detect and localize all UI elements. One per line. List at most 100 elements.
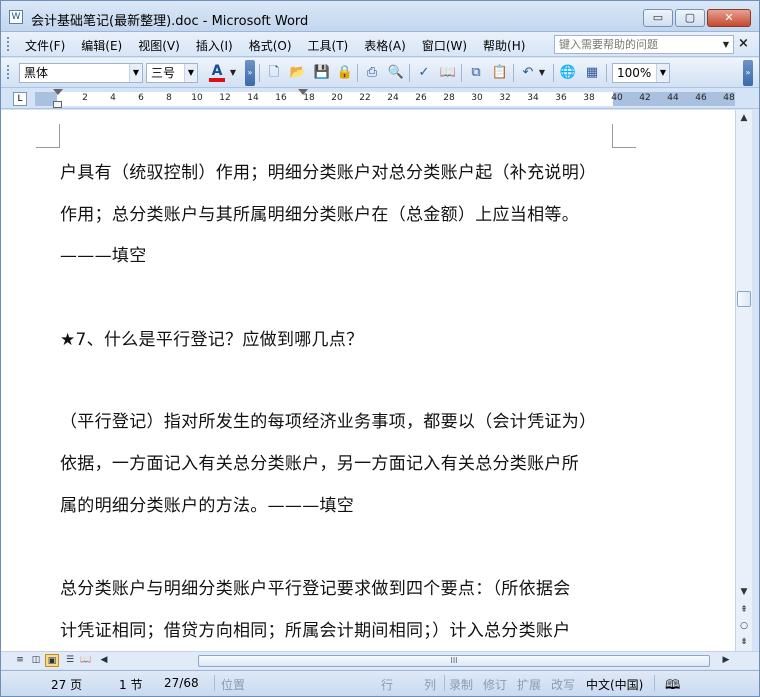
font-color-button[interactable]: A <box>206 63 228 83</box>
chevron-down-icon[interactable]: ▼ <box>184 64 197 82</box>
toolbar-separator <box>409 64 410 82</box>
menu-window[interactable]: 窗口(W) <box>422 37 467 54</box>
window-title: 会计基础笔记(最新整理).doc - Microsoft Word <box>31 14 309 29</box>
document-paragraph[interactable]: 作用；总分类账户与其所属明细分类账户在（总金额）上应当相等。 <box>60 200 579 225</box>
status-track-changes[interactable]: 修订 <box>483 676 507 693</box>
vertical-scroll-thumb[interactable] <box>737 291 751 307</box>
document-paragraph[interactable]: ———填空 <box>60 241 147 266</box>
maximize-button[interactable]: ▢ <box>675 9 705 27</box>
status-overtype[interactable]: 改写 <box>551 676 575 693</box>
toolbar-overflow-icon[interactable]: » <box>743 60 753 86</box>
chevron-down-icon[interactable]: ▼ <box>129 64 142 82</box>
ruler-number: 26 <box>415 93 427 103</box>
chevron-down-icon[interactable]: ▼ <box>537 64 547 82</box>
menu-edit[interactable]: 编辑(E) <box>81 37 122 54</box>
normal-view-icon[interactable]: ≡ <box>13 654 27 667</box>
open-icon[interactable]: 📂 <box>289 64 307 82</box>
page-corner-mark <box>612 124 636 148</box>
print-layout-view-icon[interactable]: ▣ <box>45 654 59 667</box>
minimize-button[interactable]: ▭ <box>643 9 673 27</box>
font-size-value: 三号 <box>151 66 176 80</box>
help-search-input[interactable]: 键入需要帮助的问题 ▼ <box>554 35 734 54</box>
document-paragraph[interactable]: ★7、什么是平行登记？应做到哪几点？ <box>60 325 363 350</box>
toolbar-separator <box>357 64 358 82</box>
horizontal-scroll-thumb[interactable]: III <box>198 655 710 667</box>
print-preview-icon[interactable]: 🔍 <box>387 64 405 82</box>
menu-view[interactable]: 视图(V) <box>138 37 180 54</box>
chevron-down-icon[interactable]: ▼ <box>656 64 669 82</box>
menu-grip-icon[interactable] <box>6 36 10 52</box>
ruler-number: 20 <box>331 93 343 103</box>
word-app-icon[interactable]: W <box>9 10 23 24</box>
tab-selector-icon[interactable]: L <box>13 92 27 106</box>
document-paragraph[interactable]: （平行登记）指对所发生的每项经济业务事项，都要以（会计凭证为） <box>60 407 596 432</box>
menu-file[interactable]: 文件(F) <box>25 37 65 54</box>
font-name-combo[interactable]: 黑体 ▼ <box>19 63 143 83</box>
document-area[interactable]: 户具有（统驭控制）作用；明细分类账户对总分类账户起（补充说明） 作用；总分类账户… <box>1 110 735 651</box>
previous-page-icon[interactable]: ⇞ <box>736 602 752 618</box>
ruler-number: 14 <box>247 93 259 103</box>
save-icon[interactable]: 💾 <box>313 64 331 82</box>
status-record-macro[interactable]: 录制 <box>449 676 473 693</box>
scroll-left-icon[interactable]: ◀ <box>97 654 111 667</box>
ruler-track[interactable]: 2 4 6 8 10 12 14 16 18 20 22 24 26 28 30… <box>35 89 735 108</box>
ruler-number: 38 <box>583 93 595 103</box>
vertical-scrollbar[interactable]: ▲ ▼ ⇞ ○ ⇟ <box>735 110 752 651</box>
new-document-icon[interactable]: 🗋 <box>265 64 283 82</box>
document-paragraph[interactable]: 计凭证相同；借贷方向相同；所属会计期间相同；）计入总分类账户 <box>60 616 571 641</box>
research-icon[interactable]: 📖 <box>439 64 457 82</box>
outline-view-icon[interactable]: ☰ <box>63 654 77 667</box>
chevron-down-icon[interactable]: ▼ <box>720 37 732 52</box>
spelling-status-icon[interactable]: 🕮 <box>665 676 680 697</box>
paste-icon[interactable]: 📋 <box>491 64 509 82</box>
scroll-up-icon[interactable]: ▲ <box>736 110 752 126</box>
ruler-number: 24 <box>387 93 399 103</box>
document-paragraph[interactable]: 依据，一方面记入有关总分类账户，另一方面记入有关总分类账户所 <box>60 449 579 474</box>
font-size-combo[interactable]: 三号 ▼ <box>146 63 198 83</box>
status-separator <box>654 675 655 691</box>
title-bar[interactable]: W 会计基础笔记(最新整理).doc - Microsoft Word ▭ ▢ … <box>1 1 759 32</box>
first-line-indent-marker[interactable] <box>53 89 63 95</box>
menu-tools[interactable]: 工具(T) <box>308 37 349 54</box>
ruler-number: 22 <box>359 93 371 103</box>
document-page[interactable]: 户具有（统驭控制）作用；明细分类账户对总分类账户起（补充说明） 作用；总分类账户… <box>34 110 636 651</box>
scroll-down-icon[interactable]: ▼ <box>736 584 752 600</box>
status-language[interactable]: 中文(中国) <box>586 676 643 693</box>
ruler-number: 34 <box>527 93 539 103</box>
menu-table[interactable]: 表格(A) <box>364 37 406 54</box>
web-layout-view-icon[interactable]: ◫ <box>29 654 43 667</box>
permission-icon[interactable]: 🔒 <box>336 64 354 82</box>
toolbar-overflow-icon[interactable]: » <box>245 60 255 86</box>
menu-format[interactable]: 格式(O) <box>249 37 292 54</box>
tab-stop-marker[interactable] <box>298 89 308 95</box>
document-paragraph[interactable]: 属的明细分类账户的方法。———填空 <box>60 491 354 516</box>
undo-icon[interactable]: ↶ <box>519 64 537 82</box>
left-indent-marker[interactable] <box>53 101 62 108</box>
font-name-value: 黑体 <box>24 66 49 80</box>
status-extend-selection[interactable]: 扩展 <box>517 676 541 693</box>
print-icon[interactable]: ⎙ <box>363 64 381 82</box>
chevron-down-icon[interactable]: ▼ <box>228 64 238 82</box>
document-paragraph[interactable]: 户具有（统驭控制）作用；明细分类账户对总分类账户起（补充说明） <box>60 158 596 183</box>
next-page-icon[interactable]: ⇟ <box>736 634 752 650</box>
hyperlink-icon[interactable]: 🌐 <box>559 64 577 82</box>
ruler-number: 40 <box>611 93 623 103</box>
document-close-icon[interactable]: × <box>738 36 749 51</box>
spelling-icon[interactable]: ✓ <box>415 64 433 82</box>
status-line: 行 <box>381 678 394 692</box>
ruler-number: 2 <box>82 93 88 103</box>
scroll-right-icon[interactable]: ▶ <box>719 654 733 667</box>
copy-icon[interactable]: ⧉ <box>467 64 485 82</box>
horizontal-scrollbar[interactable]: ≡ ◫ ▣ ☰ 📖 ◀ III ▶ <box>1 651 759 669</box>
menu-help[interactable]: 帮助(H) <box>483 37 525 54</box>
select-browse-object-icon[interactable]: ○ <box>736 618 752 634</box>
table-icon[interactable]: ▦ <box>583 64 601 82</box>
document-paragraph[interactable]: 总分类账户与明细分类账户平行登记要求做到四个要点：（所依据会 <box>60 574 571 599</box>
toolbar-grip-icon[interactable] <box>6 64 10 80</box>
help-placeholder: 键入需要帮助的问题 <box>559 38 658 51</box>
zoom-combo[interactable]: 100% ▼ <box>612 63 670 83</box>
close-button[interactable]: ✕ <box>707 9 751 27</box>
status-column: 列 <box>424 678 437 692</box>
menu-insert[interactable]: 插入(I) <box>196 37 233 54</box>
reading-layout-view-icon[interactable]: 📖 <box>79 654 93 667</box>
